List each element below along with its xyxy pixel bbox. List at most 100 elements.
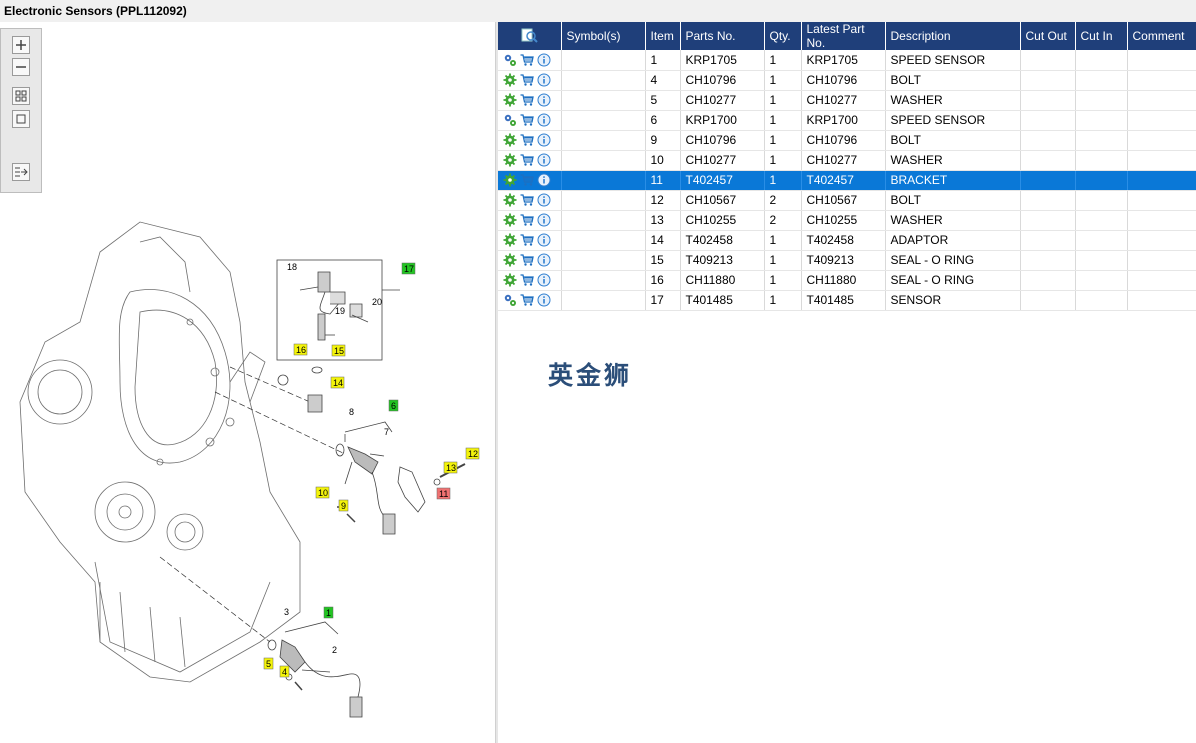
gear-icon[interactable]: [503, 193, 517, 207]
row-action-icons: [503, 113, 556, 127]
cell-parts-no: CH10796: [680, 70, 765, 91]
info-icon[interactable]: [537, 233, 551, 247]
info-icon[interactable]: [537, 213, 551, 227]
minus-icon: [16, 66, 26, 68]
cell-symbols: [561, 190, 646, 211]
cell-actions: [498, 270, 562, 291]
column-header-item[interactable]: Item: [645, 22, 681, 50]
table-row[interactable]: 14 T402458 1 T402458 ADAPTOR: [498, 230, 1196, 251]
column-header-description[interactable]: Description: [885, 22, 1021, 50]
table-row[interactable]: 13 CH10255 2 CH10255 WASHER: [498, 210, 1196, 231]
column-header-comment[interactable]: Comment: [1127, 22, 1196, 50]
cart-icon[interactable]: [520, 133, 534, 147]
cart-icon[interactable]: [520, 113, 534, 127]
cell-description: SPEED SENSOR: [885, 50, 1021, 71]
column-header-parts-no[interactable]: Parts No.: [680, 22, 765, 50]
gear-icon[interactable]: [503, 273, 517, 287]
gear-icon[interactable]: [503, 153, 517, 167]
cell-latest-part-no: KRP1700: [801, 110, 886, 131]
cart-icon[interactable]: [520, 293, 534, 307]
info-icon[interactable]: [537, 53, 551, 67]
info-icon[interactable]: [537, 253, 551, 267]
parts-table: Symbol(s) Item Parts No. Qty. Latest Par…: [498, 22, 1196, 311]
cell-parts-no: T402458: [680, 230, 765, 251]
info-icon[interactable]: [537, 93, 551, 107]
info-icon[interactable]: [537, 153, 551, 167]
table-row[interactable]: 1 KRP1705 1 KRP1705 SPEED SENSOR: [498, 50, 1196, 71]
info-icon[interactable]: [537, 133, 551, 147]
cell-latest-part-no: T401485: [801, 290, 886, 311]
column-header-cut-in[interactable]: Cut In: [1075, 22, 1128, 50]
gears-icon[interactable]: [503, 113, 517, 127]
table-row[interactable]: 6 KRP1700 1 KRP1700 SPEED SENSOR: [498, 110, 1196, 131]
callout-8: 8: [349, 407, 354, 417]
cart-icon[interactable]: [520, 93, 534, 107]
info-icon[interactable]: [537, 113, 551, 127]
cart-icon[interactable]: [520, 73, 534, 87]
table-row[interactable]: 15 T409213 1 T409213 SEAL - O RING: [498, 250, 1196, 271]
callout-7: 7: [384, 427, 389, 437]
table-row[interactable]: 9 CH10796 1 CH10796 BOLT: [498, 130, 1196, 151]
cart-icon[interactable]: [520, 153, 534, 167]
gear-icon[interactable]: [503, 173, 517, 187]
gear-icon[interactable]: [503, 133, 517, 147]
cell-description: SENSOR: [885, 290, 1021, 311]
cart-icon[interactable]: [520, 253, 534, 267]
column-header-actions[interactable]: [498, 22, 562, 50]
cell-latest-part-no: CH10796: [801, 130, 886, 151]
gear-icon[interactable]: [503, 233, 517, 247]
exploded-diagram: 17 18 19 20 16 15 14 6 8 7 12 13 11 10 9: [19, 221, 480, 718]
cell-actions: [498, 250, 562, 271]
cell-comment: [1127, 250, 1196, 271]
gear-icon[interactable]: [503, 73, 517, 87]
column-header-cut-out[interactable]: Cut Out: [1020, 22, 1076, 50]
table-row[interactable]: 11 T402457 1 T402457 BRACKET: [498, 170, 1196, 191]
info-icon[interactable]: [537, 273, 551, 287]
fit-all-button[interactable]: [12, 87, 30, 105]
table-row[interactable]: 10 CH10277 1 CH10277 WASHER: [498, 150, 1196, 171]
cell-comment: [1127, 230, 1196, 251]
column-header-qty[interactable]: Qty.: [764, 22, 802, 50]
cell-qty: 1: [764, 70, 802, 91]
cell-comment: [1127, 210, 1196, 231]
gear-icon[interactable]: [503, 93, 517, 107]
row-action-icons: [503, 273, 556, 287]
table-row[interactable]: 16 CH11880 1 CH11880 SEAL - O RING: [498, 270, 1196, 291]
gear-icon[interactable]: [503, 253, 517, 267]
zoom-in-button[interactable]: [12, 36, 30, 54]
cart-icon[interactable]: [520, 173, 534, 187]
info-icon[interactable]: [537, 173, 551, 187]
gears-icon[interactable]: [503, 293, 517, 307]
cart-icon[interactable]: [520, 53, 534, 67]
cell-cut-in: [1075, 230, 1128, 251]
row-action-icons: [503, 133, 556, 147]
cell-description: BRACKET: [885, 170, 1021, 191]
cell-cut-out: [1020, 150, 1076, 171]
cart-icon[interactable]: [520, 233, 534, 247]
zoom-out-button[interactable]: [12, 58, 30, 76]
table-row[interactable]: 17 T401485 1 T401485 SENSOR: [498, 290, 1196, 311]
info-icon[interactable]: [537, 73, 551, 87]
cell-item: 15: [645, 250, 681, 271]
cell-actions: [498, 290, 562, 311]
cell-description: WASHER: [885, 90, 1021, 111]
cart-icon[interactable]: [520, 193, 534, 207]
cell-parts-no: CH10277: [680, 90, 765, 111]
column-header-symbols[interactable]: Symbol(s): [561, 22, 646, 50]
info-icon[interactable]: [537, 193, 551, 207]
column-header-latest-part-no[interactable]: Latest Part No.: [801, 22, 886, 50]
gears-icon[interactable]: [503, 53, 517, 67]
cell-cut-out: [1020, 70, 1076, 91]
info-icon[interactable]: [537, 293, 551, 307]
cell-qty: 1: [764, 150, 802, 171]
gear-icon[interactable]: [503, 213, 517, 227]
cart-icon[interactable]: [520, 273, 534, 287]
table-row[interactable]: 12 CH10567 2 CH10567 BOLT: [498, 190, 1196, 211]
table-row[interactable]: 4 CH10796 1 CH10796 BOLT: [498, 70, 1196, 91]
actual-size-button[interactable]: [12, 110, 30, 128]
diagram-pane[interactable]: 17 18 19 20 16 15 14 6 8 7 12 13 11 10 9: [0, 22, 495, 743]
table-row[interactable]: 5 CH10277 1 CH10277 WASHER: [498, 90, 1196, 111]
cart-icon[interactable]: [520, 213, 534, 227]
export-button[interactable]: [12, 163, 30, 181]
callout-1: 1: [326, 608, 331, 618]
